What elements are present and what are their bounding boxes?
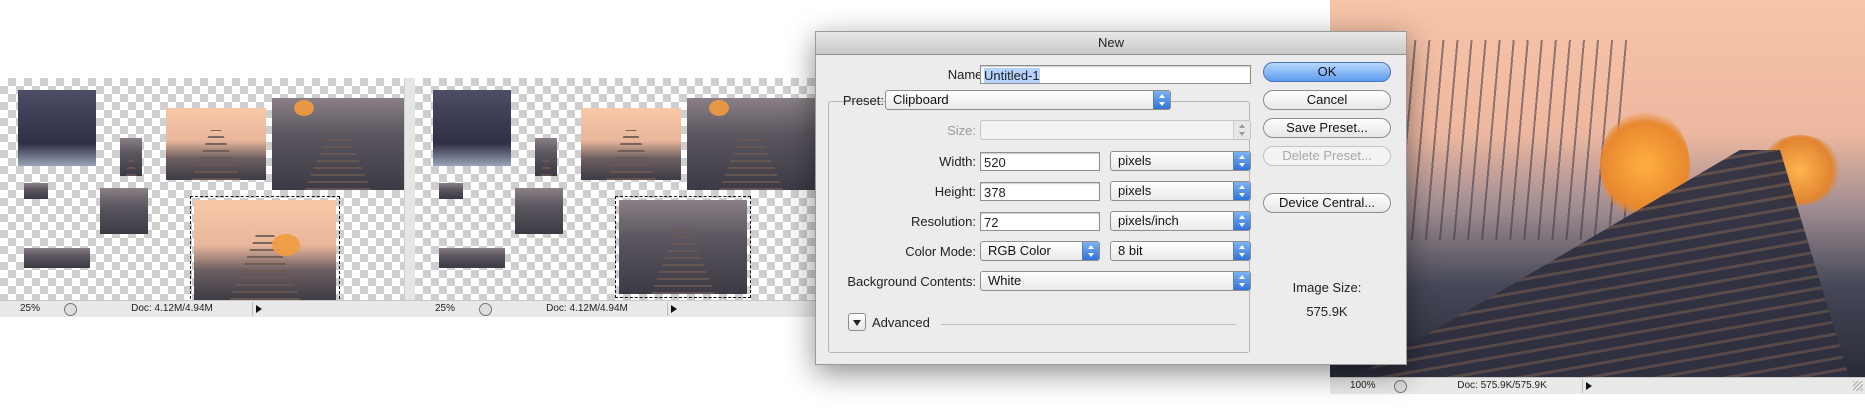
orange-foliage [709,100,729,116]
name-label: Name: [947,67,986,82]
layer-thumbnail[interactable] [100,188,148,234]
color-mode-label: Color Mode: [905,244,976,259]
delete-preset-button: Delete Preset... [1263,146,1391,166]
height-unit-select[interactable]: pixels [1110,181,1251,201]
advanced-label[interactable]: Advanced [872,315,930,330]
status-bar: 25% Doc: 4.12M/4.94M [415,300,815,317]
save-preset-button[interactable]: Save Preset... [1263,118,1391,138]
orange-foliage [272,234,300,256]
color-mode-value: RGB Color [988,243,1051,258]
layer-thumbnail[interactable] [535,138,557,176]
resize-grip-icon[interactable] [1853,381,1863,391]
image-size-label: Image Size: [1292,280,1362,295]
chevron-updown-icon [1233,182,1250,200]
resolution-label: Resolution: [910,214,976,229]
width-field[interactable]: 520 [980,152,1100,171]
dialog-title[interactable]: New [816,32,1406,55]
name-field[interactable]: Untitled-1 [980,65,1251,84]
chevron-updown-icon [1233,242,1250,260]
divider-line [941,324,1236,325]
status-menu-icon[interactable] [479,303,492,316]
status-arrow-icon[interactable] [667,302,680,316]
preset-label: Preset: [842,93,884,108]
bit-depth-select[interactable]: 8 bit [1110,241,1251,261]
layer-thumbnail[interactable] [515,188,563,234]
status-menu-icon[interactable] [64,303,77,316]
disclosure-triangle-icon[interactable] [848,313,866,331]
selected-layer[interactable] [190,196,340,304]
preset-select[interactable]: Clipboard [885,90,1171,110]
background-contents-value: White [988,273,1022,288]
height-label: Height: [934,184,976,199]
zoom-level[interactable]: 25% [6,303,69,315]
status-menu-icon[interactable] [1394,380,1407,393]
chevron-updown-icon [1233,152,1250,170]
chevron-updown-icon [1233,212,1250,230]
width-unit: pixels [1118,153,1152,168]
chevron-updown-icon [1233,272,1250,290]
status-arrow-icon[interactable] [252,302,265,316]
width-value: 520 [984,155,1006,170]
width-label: Width: [939,154,976,169]
background-contents-label: Background Contents: [847,274,976,289]
preset-value: Clipboard [893,92,949,107]
layer-thumbnail[interactable] [24,183,48,199]
layer-thumbnail[interactable] [272,98,404,190]
layer-thumbnail[interactable] [24,248,90,268]
doc-size-info: Doc: 4.12M/4.94M [546,303,628,314]
device-central-button[interactable]: Device Central... [1263,193,1391,213]
height-value: 378 [984,185,1006,200]
chevron-updown-icon [1233,121,1250,139]
layer-thumbnail[interactable] [439,183,463,199]
zoom-level[interactable]: 25% [421,303,484,315]
resolution-unit: pixels/inch [1118,213,1179,228]
image-size-value: 575.9K [1306,304,1348,319]
size-label: Size: [947,123,976,138]
color-mode-select[interactable]: RGB Color [980,241,1100,261]
chevron-updown-icon [1153,91,1170,109]
resolution-field[interactable]: 72 [980,212,1100,231]
layer-thumbnail[interactable] [687,98,815,190]
layer-thumbnail[interactable] [120,138,142,176]
chevron-updown-icon [1082,242,1099,260]
background-contents-select[interactable]: White [980,271,1251,291]
size-select [980,120,1251,140]
height-unit: pixels [1118,183,1152,198]
layer-thumbnail[interactable] [439,248,505,268]
new-document-dialog: New Name: Untitled-1 Preset: Clipboard S… [815,31,1407,365]
layer-thumbnail[interactable] [433,90,511,166]
width-unit-select[interactable]: pixels [1110,151,1251,171]
status-bar: 100% Doc: 575.9K/575.9K [1330,377,1865,394]
zoom-level[interactable]: 100% [1336,380,1399,392]
ok-button[interactable]: OK [1263,62,1391,82]
resolution-unit-select[interactable]: pixels/inch [1110,211,1251,231]
document-canvas[interactable] [415,78,815,300]
layer-thumbnail[interactable] [18,90,96,166]
doc-size-info: Doc: 575.9K/575.9K [1457,380,1547,391]
name-value: Untitled-1 [984,68,1040,83]
status-bar: 25% Doc: 4.12M/4.94M [0,300,430,317]
height-field[interactable]: 378 [980,182,1100,201]
layer-thumbnail[interactable] [581,108,681,180]
document-canvas[interactable] [0,78,404,304]
document-canvas-photo[interactable] [1330,0,1865,380]
resolution-value: 72 [984,215,999,230]
doc-size-info: Doc: 4.12M/4.94M [131,303,213,314]
layer-thumbnail[interactable] [166,108,266,180]
bit-depth-value: 8 bit [1118,243,1143,258]
status-arrow-icon[interactable] [1582,379,1595,393]
orange-foliage [294,100,314,116]
selected-layer[interactable] [615,196,751,298]
cancel-button[interactable]: Cancel [1263,90,1391,110]
